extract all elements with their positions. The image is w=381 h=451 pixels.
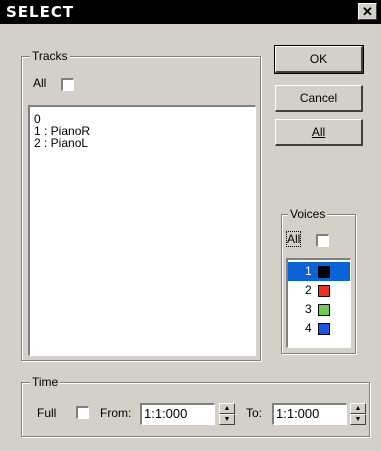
to-spinner[interactable]: ▲ ▼	[350, 403, 366, 425]
spin-up-icon[interactable]: ▲	[350, 403, 366, 414]
to-field[interactable]: 1:1:000	[272, 403, 347, 425]
voice-color-swatch	[318, 285, 330, 297]
time-group: Time Full From: 1:1:000 ▲ ▼ To: 1:1:000 …	[21, 375, 370, 437]
ok-label: OK	[309, 52, 328, 66]
all-label: All	[311, 125, 326, 139]
voice-item[interactable]: 2	[288, 281, 350, 300]
tracks-group: Tracks All 0 1 : PianoR 2 : PianoL	[21, 49, 261, 361]
all-button[interactable]: All	[275, 119, 363, 146]
voice-color-swatch	[318, 323, 330, 335]
voices-listbox[interactable]: 1 2 3 4	[286, 258, 351, 348]
cancel-button[interactable]: Cancel	[275, 85, 363, 112]
ok-button[interactable]: OK	[274, 45, 364, 74]
from-field[interactable]: 1:1:000	[140, 403, 215, 425]
voice-number: 3	[305, 302, 312, 316]
close-button[interactable]: ✕	[358, 3, 377, 20]
tracks-listbox[interactable]: 0 1 : PianoR 2 : PianoL	[28, 105, 256, 356]
voices-all-checkbox[interactable]	[316, 234, 329, 247]
voice-item[interactable]: 3	[288, 300, 350, 319]
full-label: Full	[37, 406, 57, 420]
spin-down-icon[interactable]: ▼	[219, 414, 235, 425]
voices-all-label: All	[285, 231, 302, 247]
tracks-legend: Tracks	[30, 49, 70, 63]
to-label: To:	[246, 406, 263, 420]
from-label: From:	[100, 406, 132, 420]
full-checkbox[interactable]	[76, 406, 89, 419]
close-icon: ✕	[362, 4, 373, 19]
tracks-all-label: All	[33, 76, 47, 90]
from-spinner[interactable]: ▲ ▼	[219, 403, 235, 425]
spin-up-icon[interactable]: ▲	[219, 403, 235, 414]
voice-item[interactable]: 4	[288, 319, 350, 338]
cancel-label: Cancel	[299, 91, 338, 105]
title-bar: SELECT ✕	[0, 0, 381, 24]
track-item[interactable]: 2 : PianoL	[30, 137, 255, 149]
voice-color-swatch	[318, 304, 330, 316]
voices-legend: Voices	[288, 207, 328, 221]
voice-number: 1	[305, 264, 312, 278]
dialog-title: SELECT	[6, 3, 75, 21]
voice-number: 4	[305, 321, 312, 335]
voice-number: 2	[305, 283, 312, 297]
tracks-all-checkbox[interactable]	[61, 78, 74, 91]
voice-color-swatch	[318, 266, 330, 278]
spin-down-icon[interactable]: ▼	[350, 414, 366, 425]
voices-group: Voices All 1 2 3 4	[281, 207, 356, 354]
select-dialog: SELECT ✕ Tracks All 0 1 : PianoR 2 : Pia…	[0, 0, 381, 451]
time-legend: Time	[30, 375, 61, 389]
voice-item[interactable]: 1	[288, 262, 350, 281]
